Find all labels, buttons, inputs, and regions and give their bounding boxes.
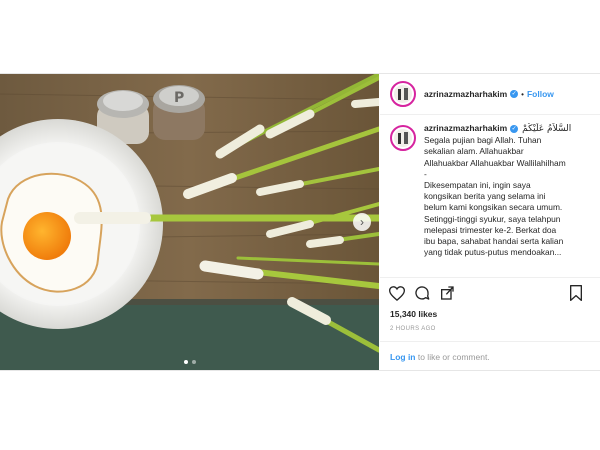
separator-dot: • [521, 89, 524, 99]
caption-line: kongsikan berita yang selama ini [424, 191, 546, 202]
caption-line: - [424, 168, 427, 179]
comment-icon[interactable] [414, 285, 430, 301]
caption-line: ibu bapa, sahabat handai serta kalian [424, 236, 564, 247]
caption-line: Setinggi-tinggi syukur, saya telahpun [424, 213, 561, 224]
verified-badge-icon: ✓ [510, 90, 519, 98]
bookmark-icon[interactable] [569, 285, 583, 301]
caption-avatar[interactable] [390, 125, 416, 151]
caption-greeting: السَّلاَمُ عَلَيْكُمْ [522, 124, 572, 134]
login-prompt: Log in to like or comment. [380, 341, 600, 362]
caption-username-link[interactable]: azrinazmazharhakim [424, 123, 507, 133]
carousel-indicator [183, 360, 196, 364]
caption-line: belum kami kongsikan secara umum. [424, 202, 563, 213]
post-sidebar: azrinazmazharhakim ✓ • Follow azrinazmaz… [380, 74, 600, 370]
caption-text: azrinazmazharhakim ✓ السَّلاَمُ عَلَيْكُمْ… [424, 123, 590, 258]
caption-line: Allahuakbar Allahuakbar Wallilahilham [424, 157, 566, 168]
login-link[interactable]: Log in [390, 352, 416, 362]
caption-line: melepasi trimester ke-2. Berkat doa [424, 224, 557, 235]
caption-line: sekalian alam. Allahuakbar [424, 146, 524, 157]
verified-badge-icon: ✓ [510, 124, 519, 133]
avatar[interactable] [390, 81, 416, 107]
post-actions: 15,340 likes 2 HOURS AGO [380, 277, 600, 332]
share-icon[interactable] [439, 285, 455, 301]
caption-fade [390, 257, 590, 273]
photo-eggs-scallions: P [0, 74, 379, 370]
svg-text:P: P [174, 90, 184, 106]
post-timestamp[interactable]: 2 HOURS AGO [380, 326, 600, 332]
caption-line: Dikesempatan ini, ingin saya [424, 180, 531, 191]
login-prompt-text: to like or comment. [415, 352, 490, 362]
caption-area: azrinazmazharhakim ✓ السَّلاَمُ عَلَيْكُمْ… [390, 123, 590, 273]
username-link[interactable]: azrinazmazharhakim [424, 89, 507, 99]
carousel-dot-active [183, 360, 188, 364]
post-image[interactable]: P › [0, 74, 379, 370]
caption-line: Segala pujian bagi Allah. Tuhan [424, 135, 542, 146]
heart-icon[interactable] [389, 285, 405, 301]
carousel-dot [191, 360, 196, 364]
instagram-post: P › azrinazmazharhakim ✓ • Follow azrina… [0, 73, 600, 371]
follow-button[interactable]: Follow [527, 89, 554, 99]
carousel-next-button[interactable]: › [353, 213, 371, 231]
post-header: azrinazmazharhakim ✓ • Follow [380, 74, 600, 115]
likes-count[interactable]: 15,340 likes [380, 309, 600, 319]
